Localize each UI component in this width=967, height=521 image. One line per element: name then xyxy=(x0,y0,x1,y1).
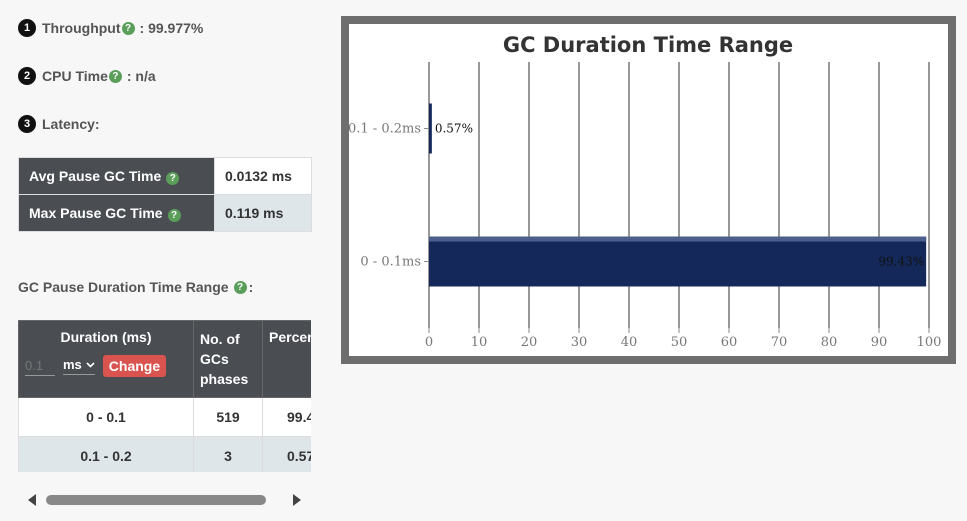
help-icon[interactable]: ? xyxy=(233,280,247,294)
unit-select[interactable]: ms xyxy=(63,357,95,375)
max-pause-label-cell: Max Pause GC Time? xyxy=(18,194,215,232)
scroll-left-icon[interactable] xyxy=(28,494,36,506)
count-cell: 3 xyxy=(193,436,263,472)
percentage-header: Percentage xyxy=(262,320,311,398)
help-icon[interactable]: ? xyxy=(166,171,180,185)
scrollbar-thumb[interactable] xyxy=(46,495,266,505)
gc-range-section-title: GC Pause Duration Time Range ? : xyxy=(18,279,253,295)
cpu-time-value: : n/a xyxy=(126,68,156,84)
gc-range-title: GC Pause Duration Time Range xyxy=(18,279,229,295)
unit-select-value: ms xyxy=(63,357,82,372)
table-row: Avg Pause GC Time? 0.0132 ms xyxy=(18,157,312,195)
avg-pause-label-cell: Avg Pause GC Time? xyxy=(18,157,215,195)
gc-range-title-suffix: : xyxy=(248,279,254,295)
change-button[interactable]: Change xyxy=(102,355,167,377)
x-tick-label: 60 xyxy=(721,335,738,350)
avg-pause-label: Avg Pause GC Time xyxy=(29,167,162,184)
table-row: 0 - 0.1 519 99.43% xyxy=(18,397,311,437)
bar-highlight xyxy=(429,236,927,242)
gc-range-table: Duration (ms) ms Change No. of GCs phase… xyxy=(18,320,311,472)
x-tick-label: 80 xyxy=(821,335,838,350)
step-badge: 2 xyxy=(18,67,36,85)
step-badge: 1 xyxy=(18,19,36,37)
horizontal-scrollbar[interactable] xyxy=(18,490,311,510)
gc-duration-chart: GC Duration Time Range 0 10 20 30 40 50 60 70 80 9… xyxy=(349,24,948,356)
count-header: No. of GCs phases xyxy=(193,320,263,398)
gc-duration-chart-frame: GC Duration Time Range 0 10 20 30 40 50 60 70 80 9… xyxy=(341,16,956,364)
duration-cell: 0.1 - 0.2 xyxy=(18,436,194,472)
table-header-row: Duration (ms) ms Change No. of GCs phase… xyxy=(18,320,311,398)
max-pause-value: 0.119 ms xyxy=(214,194,312,232)
throughput-label: Throughput xyxy=(42,20,121,36)
chart-title: GC Duration Time Range xyxy=(503,33,793,57)
table-row: 0.1 - 0.2 3 0.57% xyxy=(18,436,311,472)
duration-header: Duration (ms) ms Change xyxy=(18,320,194,398)
duration-controls: ms Change xyxy=(25,355,187,377)
scroll-right-icon[interactable] xyxy=(293,494,301,506)
cpu-time-metric: 2 CPU Time ? : n/a xyxy=(18,67,156,85)
help-icon[interactable]: ? xyxy=(167,208,181,222)
gc-range-table-viewport: Duration (ms) ms Change No. of GCs phase… xyxy=(18,320,311,472)
x-tick-label: 50 xyxy=(671,335,688,350)
y-tick-label: 0.1 - 0.2ms xyxy=(349,122,421,137)
percentage-cell: 0.57% xyxy=(262,436,311,472)
count-cell: 519 xyxy=(193,397,263,437)
help-icon[interactable]: ? xyxy=(108,69,122,83)
percentage-cell: 99.43% xyxy=(262,397,311,437)
cpu-time-label: CPU Time xyxy=(42,68,108,84)
latency-label: Latency: xyxy=(42,116,100,132)
x-tick-label: 20 xyxy=(521,335,538,350)
data-label: 99.43% xyxy=(878,255,924,269)
max-pause-label: Max Pause GC Time xyxy=(29,204,163,221)
x-tick-label: 40 xyxy=(621,335,638,350)
chart-svg: GC Duration Time Range 0 10 20 30 40 50 60 70 80 9… xyxy=(349,33,942,350)
help-icon[interactable]: ? xyxy=(121,21,135,35)
data-label: 0.57% xyxy=(435,122,473,136)
x-tick-label: 70 xyxy=(771,335,788,350)
x-tick-label: 0 xyxy=(425,335,433,350)
latency-metric: 3 Latency: xyxy=(18,115,100,133)
chevron-down-icon xyxy=(86,361,95,368)
bar xyxy=(429,236,927,287)
duration-cell: 0 - 0.1 xyxy=(18,397,194,437)
pause-time-table: Avg Pause GC Time? 0.0132 ms Max Pause G… xyxy=(18,157,312,232)
step-badge: 3 xyxy=(18,115,36,133)
duration-header-label: Duration (ms) xyxy=(60,329,152,345)
throughput-metric: 1 Throughput ? : 99.977% xyxy=(18,19,203,37)
duration-input[interactable] xyxy=(25,356,55,376)
bar xyxy=(429,103,432,154)
avg-pause-value: 0.0132 ms xyxy=(214,157,312,195)
throughput-value: : 99.977% xyxy=(139,20,204,36)
x-tick-label: 90 xyxy=(871,335,888,350)
table-row: Max Pause GC Time? 0.119 ms xyxy=(18,194,312,232)
x-tick-label: 30 xyxy=(571,335,588,350)
x-tick-label: 10 xyxy=(471,335,488,350)
y-tick-label: 0 - 0.1ms xyxy=(360,255,421,270)
x-tick-label: 100 xyxy=(917,335,942,350)
